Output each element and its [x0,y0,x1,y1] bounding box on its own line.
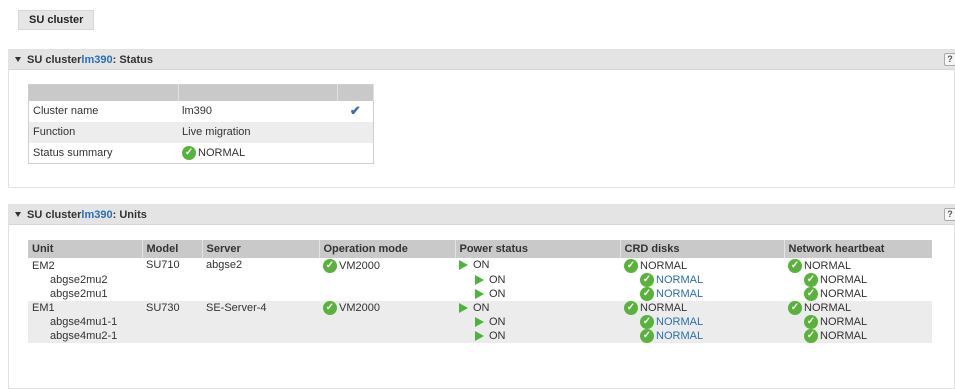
help-icon[interactable]: ? [944,53,955,66]
sub-unit-name: abgse2mu2 [28,273,142,287]
ok-check-circle-icon: ✓ [804,315,818,329]
unit-model: SU710 [142,258,202,273]
status-panel: SU cluster lm390: Status ? Cluster name … [8,49,955,188]
power-status: ON [489,315,506,328]
ok-check-circle-icon: ✓ [804,329,818,343]
status-table-header [28,84,374,101]
crd-status-link[interactable]: NORMAL [656,274,703,286]
cluster-link[interactable]: lm390 [81,54,112,66]
crd-status-link[interactable]: NORMAL [656,316,703,328]
unit-name: EM2 [28,258,142,273]
sub-unit-name: abgse4mu2-1 [28,329,142,343]
ok-check-circle-icon: ✓ [788,258,802,273]
panel-title-prefix: SU cluster [27,208,82,221]
checkmark-icon[interactable]: ✔ [350,103,361,118]
crd-status: NORMAL [640,259,688,272]
power-status: ON [473,301,490,314]
ok-check-circle-icon: ✓ [804,273,818,287]
play-triangle-icon [475,316,484,327]
units-panel-header: SU cluster lm390: Units ? [9,205,955,225]
help-icon[interactable]: ? [944,208,955,221]
ok-check-circle-icon: ✓ [624,258,638,273]
col-network-heartbeat[interactable]: Network heartbeat [784,240,932,258]
table-row: EM1 SU730 SE-Server-4 ✓ VM2000 ON ✓ NORMAL… [28,301,932,315]
operation-mode: VM2000 [339,301,380,314]
heartbeat-status: NORMAL [804,301,852,314]
ok-check-circle-icon: ✓ [788,301,802,315]
status-panel-header: SU cluster lm390: Status ? [9,50,955,70]
table-row: Function Live migration [28,121,374,143]
collapse-triangle-icon[interactable] [15,57,21,62]
function-label: Function [28,121,179,143]
heartbeat-status: NORMAL [820,315,868,328]
cluster-link[interactable]: lm390 [81,209,112,221]
ok-check-circle-icon: ✓ [323,258,337,273]
collapse-triangle-icon[interactable] [15,212,21,217]
status-summary-value: NORMAL [198,146,246,159]
col-power-status[interactable]: Power status [455,240,621,258]
crd-status-link[interactable]: NORMAL [656,330,703,342]
heartbeat-status: NORMAL [820,273,868,286]
power-status: ON [489,329,506,342]
ok-check-circle-icon: ✓ [804,287,818,301]
col-server[interactable]: Server [202,240,320,258]
col-operation-mode[interactable]: Operation mode [319,240,456,258]
units-panel: SU cluster lm390: Units ? Unit Model Ser… [8,204,955,389]
col-crd-disks[interactable]: CRD disks [620,240,785,258]
table-row: abgse2mu2 ON ✓ NORMAL ✓ NORMAL [28,273,932,287]
heartbeat-status: NORMAL [804,259,852,272]
cluster-name-label: Cluster name [33,105,99,117]
table-row: Cluster name lm390 ✔ [29,101,374,122]
ok-check-circle-icon: ✓ [323,301,337,315]
panel-title-suffix: : Units [112,208,147,221]
units-table-header: Unit Model Server Operation mode Power s… [28,240,932,258]
table-row: Status summary ✓ NORMAL [29,143,374,164]
play-triangle-icon [475,274,484,285]
power-status: ON [489,287,506,300]
play-triangle-icon [475,288,484,299]
table-row: abgse2mu1 ON ✓ NORMAL ✓ NORMAL [28,287,932,301]
crd-status: NORMAL [640,301,688,314]
col-unit[interactable]: Unit [28,240,143,258]
cluster-name-value: lm390 [182,105,213,117]
heartbeat-status: NORMAL [820,287,868,300]
unit-name: EM1 [28,301,142,315]
table-row: EM2 SU710 abgse2 ✓ VM2000 ON ✓ NORMAL ✓ NOR… [28,258,932,273]
heartbeat-status: NORMAL [820,329,868,342]
ok-check-circle-icon: ✓ [624,301,638,315]
table-row: abgse4mu2-1 ON ✓ NORMAL ✓ NORMAL [28,329,932,343]
function-value: Live migration [178,121,338,143]
crd-status-link[interactable]: NORMAL [656,288,703,300]
panel-title-suffix: : Status [112,53,153,66]
play-triangle-icon [459,302,468,313]
play-triangle-icon [475,330,484,341]
table-row: abgse4mu1-1 ON ✓ NORMAL ✓ NORMAL [28,315,932,329]
status-summary-label: Status summary [33,146,113,159]
col-model[interactable]: Model [142,240,203,258]
sub-unit-name: abgse2mu1 [28,287,142,301]
panel-title-prefix: SU cluster [27,53,82,66]
tab-su-cluster[interactable]: SU cluster [18,10,95,30]
ok-check-circle-icon: ✓ [640,329,654,343]
unit-model: SU730 [142,301,202,315]
unit-server: abgse2 [202,258,319,273]
operation-mode: VM2000 [339,259,380,272]
play-triangle-icon [459,260,468,271]
sub-unit-name: abgse4mu1-1 [28,315,142,329]
power-status: ON [473,259,490,271]
status-table: Cluster name lm390 ✔ Function Live migra… [28,84,374,164]
units-table: Unit Model Server Operation mode Power s… [28,240,932,343]
unit-server: SE-Server-4 [202,301,319,315]
power-status: ON [489,273,506,286]
ok-check-circle-icon: ✓ [182,145,197,160]
ok-check-circle-icon: ✓ [640,315,654,329]
ok-check-circle-icon: ✓ [640,273,654,287]
ok-check-circle-icon: ✓ [640,287,654,301]
